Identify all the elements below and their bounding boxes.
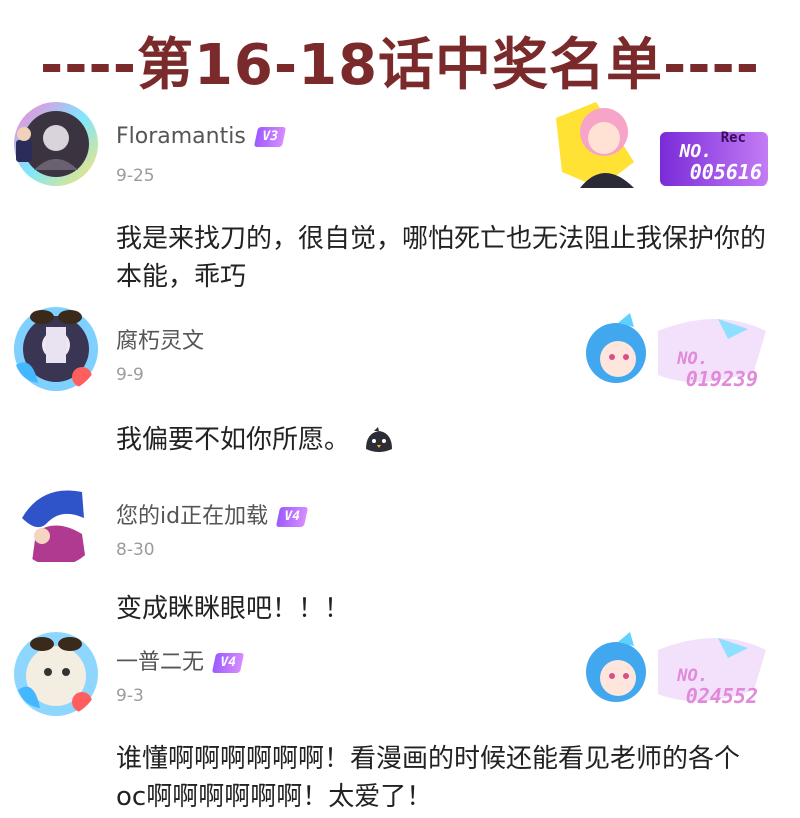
username-text[interactable]: Floramantis bbox=[116, 124, 246, 149]
username[interactable]: 腐朽灵文 bbox=[116, 323, 204, 355]
avatar[interactable] bbox=[12, 630, 100, 718]
username-text[interactable]: 一普二无 bbox=[116, 650, 204, 675]
username-text[interactable]: 您的id正在加载 bbox=[116, 504, 268, 529]
comment-text-content: 我偏要不如你所愿。 bbox=[116, 425, 351, 455]
vip-level-badge: V4 bbox=[275, 507, 308, 527]
page-title: ----第16-18话中奖名单---- bbox=[39, 33, 761, 98]
badge-number: 005616 bbox=[689, 160, 762, 184]
username[interactable]: Floramantis V3 bbox=[116, 124, 286, 149]
comment-date: 9-9 bbox=[116, 365, 144, 385]
badge-no-label: NO. bbox=[679, 141, 712, 162]
fan-number-badge: Rec NO. 005616 bbox=[556, 102, 768, 188]
avatar[interactable] bbox=[12, 305, 100, 393]
username-text[interactable]: 腐朽灵文 bbox=[116, 329, 204, 354]
fan-number-badge: NO. 024552 bbox=[578, 630, 768, 716]
badge-number: 024552 bbox=[685, 684, 758, 708]
username[interactable]: 一普二无 V4 bbox=[116, 644, 244, 676]
cute-bird-emoji-icon bbox=[362, 426, 396, 455]
comment-text: 我是来找刀的，很自觉，哪怕死亡也无法阻止我保护你的本能，乖巧 bbox=[116, 224, 767, 292]
comment-date: 8-30 bbox=[116, 540, 155, 560]
badge-no-label: NO. bbox=[677, 666, 708, 686]
comment-text: 谁懂啊啊啊啊啊啊！看漫画的时候还能看见老师的各个oc啊啊啊啊啊啊！太爱了！ bbox=[116, 744, 741, 812]
username[interactable]: 您的id正在加载 V4 bbox=[116, 498, 308, 530]
badge-number: 019239 bbox=[685, 367, 758, 391]
vip-level-badge: V4 bbox=[211, 653, 244, 673]
badge-rec-text: Rec bbox=[720, 130, 746, 146]
avatar[interactable] bbox=[12, 100, 100, 188]
badge-no-label: NO. bbox=[677, 349, 708, 369]
avatar[interactable] bbox=[12, 478, 100, 566]
vip-level-badge: V3 bbox=[253, 127, 286, 147]
fan-number-badge: NO. 019239 bbox=[578, 311, 768, 397]
comment-text: 我偏要不如你所愿。 bbox=[116, 421, 776, 459]
comment-date: 9-3 bbox=[116, 686, 144, 706]
comment-text: 变成眯眯眼吧！！！ bbox=[116, 594, 351, 624]
comment-date: 9-25 bbox=[116, 166, 155, 186]
